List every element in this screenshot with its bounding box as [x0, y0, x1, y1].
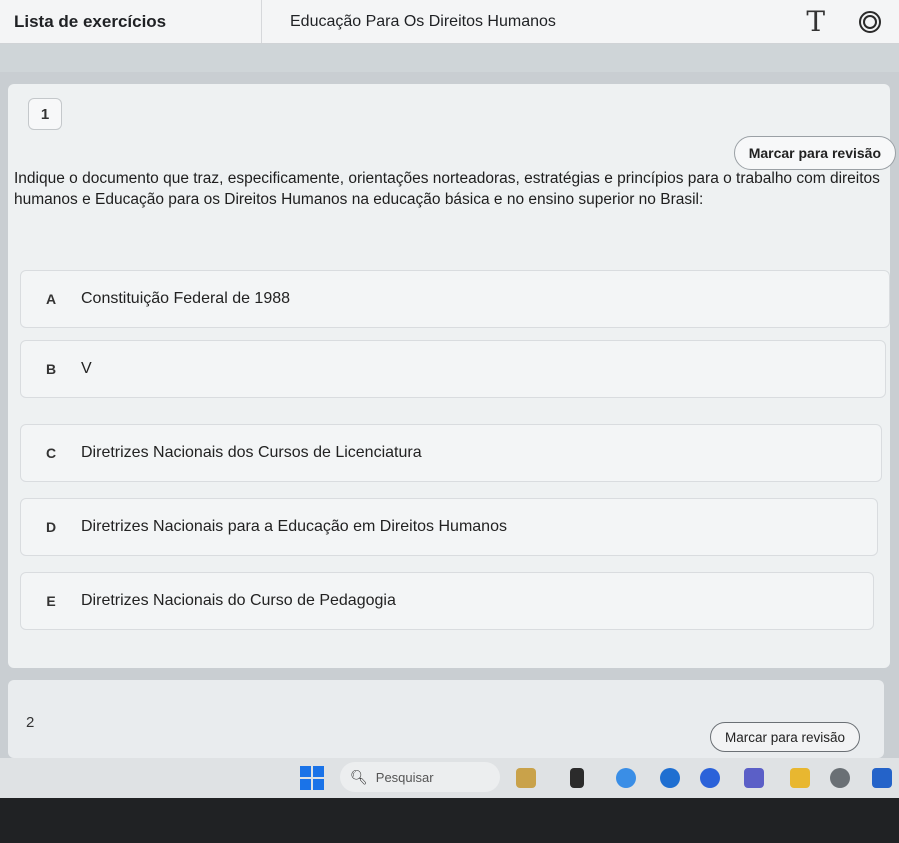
question-card-2: 2 Marcar para revisão: [8, 680, 884, 758]
accessibility-icon[interactable]: [859, 10, 881, 33]
option-c[interactable]: C Diretrizes Nacionais dos Cursos de Lic…: [20, 424, 882, 482]
option-letter: B: [45, 361, 57, 377]
start-icon-tile: [313, 766, 324, 777]
option-text: Diretrizes Nacionais dos Cursos de Licen…: [81, 444, 422, 461]
folder-icon[interactable]: [790, 768, 810, 788]
option-text: Constituição Federal de 1988: [81, 290, 291, 307]
question-statement: Indique o documento que traz, especifica…: [14, 170, 880, 208]
option-letter: D: [45, 519, 57, 535]
widget-icon[interactable]: [516, 768, 536, 788]
start-icon[interactable]: [300, 766, 324, 790]
course-title: Educação Para Os Direitos Humanos: [290, 12, 556, 30]
taskbar: 🔍︎ Pesquisar: [0, 758, 899, 798]
option-letter: C: [45, 445, 57, 461]
option-letter: E: [46, 593, 56, 609]
store-icon[interactable]: [872, 768, 892, 788]
text-size-icon[interactable]: T: [806, 7, 825, 36]
question-number: 2: [26, 714, 35, 731]
page-title: Lista de exercícios: [14, 11, 167, 31]
start-icon-tile: [313, 779, 324, 790]
option-letter: A: [45, 291, 57, 307]
taskbar-search[interactable]: 🔍︎ Pesquisar: [340, 762, 500, 792]
edge-icon[interactable]: [660, 768, 680, 788]
question-number: 1: [28, 98, 62, 130]
option-b[interactable]: B V: [20, 340, 886, 398]
copilot-icon[interactable]: [616, 768, 636, 788]
app-header: Lista de exercícios Educação Para Os Dir…: [0, 0, 899, 44]
question-card-1: 1 Marcar para revisão Indique o document…: [8, 84, 896, 668]
option-text: V: [81, 360, 92, 377]
option-text: Diretrizes Nacionais para a Educação em …: [81, 518, 507, 535]
start-icon-tile: [300, 766, 311, 777]
option-e[interactable]: E Diretrizes Nacionais do Curso de Pedag…: [20, 572, 874, 630]
header-tools: T: [806, 7, 881, 36]
search-placeholder: Pesquisar: [375, 769, 434, 785]
search-icon: 🔍︎: [350, 768, 368, 785]
mark-review-button[interactable]: Marcar para revisão: [709, 722, 860, 752]
option-text: Diretrizes Nacionais do Curso de Pedagog…: [81, 592, 396, 609]
teams-icon[interactable]: [744, 768, 764, 788]
chrome-icon[interactable]: [700, 768, 720, 788]
option-a[interactable]: A Constituição Federal de 1988: [20, 270, 890, 328]
header-title-area: Lista de exercícios: [0, 0, 262, 43]
sub-toolbar: [0, 44, 899, 72]
mark-review-button[interactable]: Marcar para revisão: [733, 136, 896, 170]
screen-bezel: [0, 798, 899, 843]
task-view-icon[interactable]: [570, 768, 584, 788]
settings-icon[interactable]: [830, 768, 850, 788]
start-icon-tile: [300, 779, 311, 790]
option-d[interactable]: D Diretrizes Nacionais para a Educação e…: [20, 498, 878, 556]
